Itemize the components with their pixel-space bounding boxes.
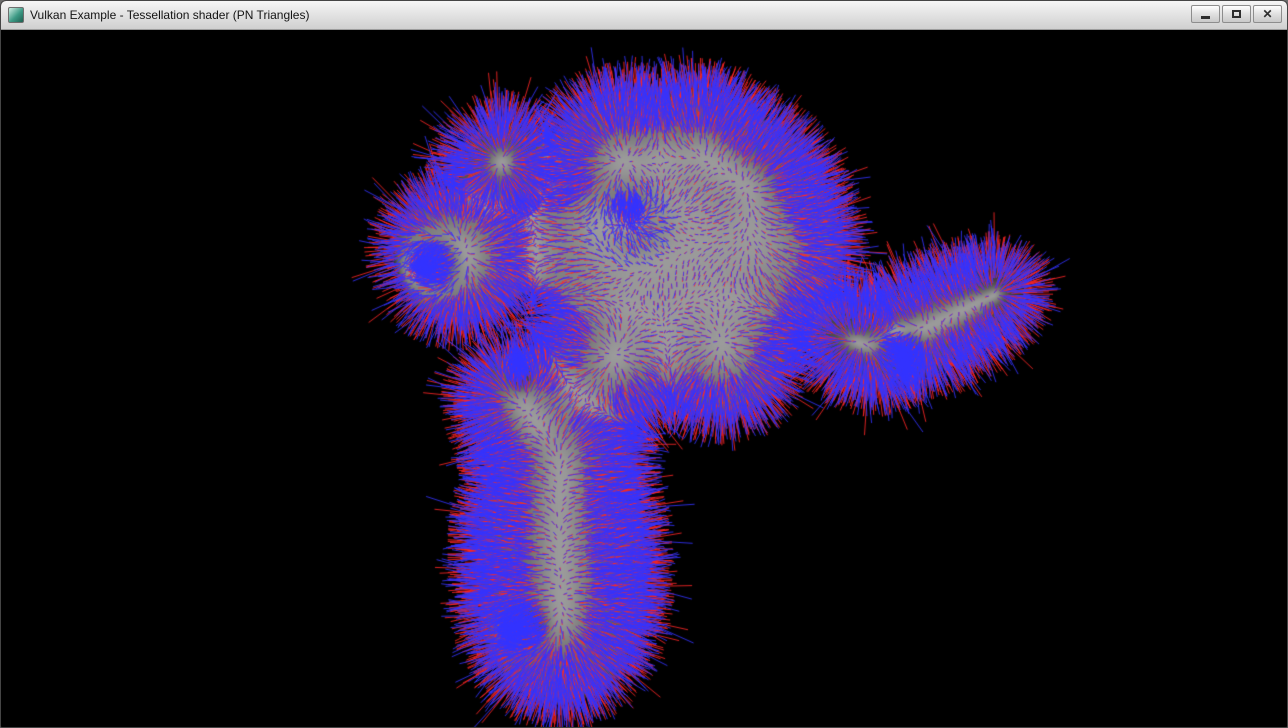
client-area <box>1 30 1287 727</box>
maximize-button[interactable] <box>1222 5 1251 23</box>
window-title: Vulkan Example - Tessellation shader (PN… <box>30 8 309 22</box>
app-icon <box>8 7 24 23</box>
minimize-icon <box>1201 16 1210 19</box>
titlebar[interactable]: Vulkan Example - Tessellation shader (PN… <box>1 1 1287 30</box>
maximize-icon <box>1232 10 1241 18</box>
vulkan-example-window: Vulkan Example - Tessellation shader (PN… <box>0 0 1288 728</box>
window-controls: ✕ <box>1191 5 1282 23</box>
vulkan-viewport[interactable] <box>1 30 1287 727</box>
close-icon: ✕ <box>1262 8 1272 20</box>
close-button[interactable]: ✕ <box>1253 5 1282 23</box>
minimize-button[interactable] <box>1191 5 1220 23</box>
